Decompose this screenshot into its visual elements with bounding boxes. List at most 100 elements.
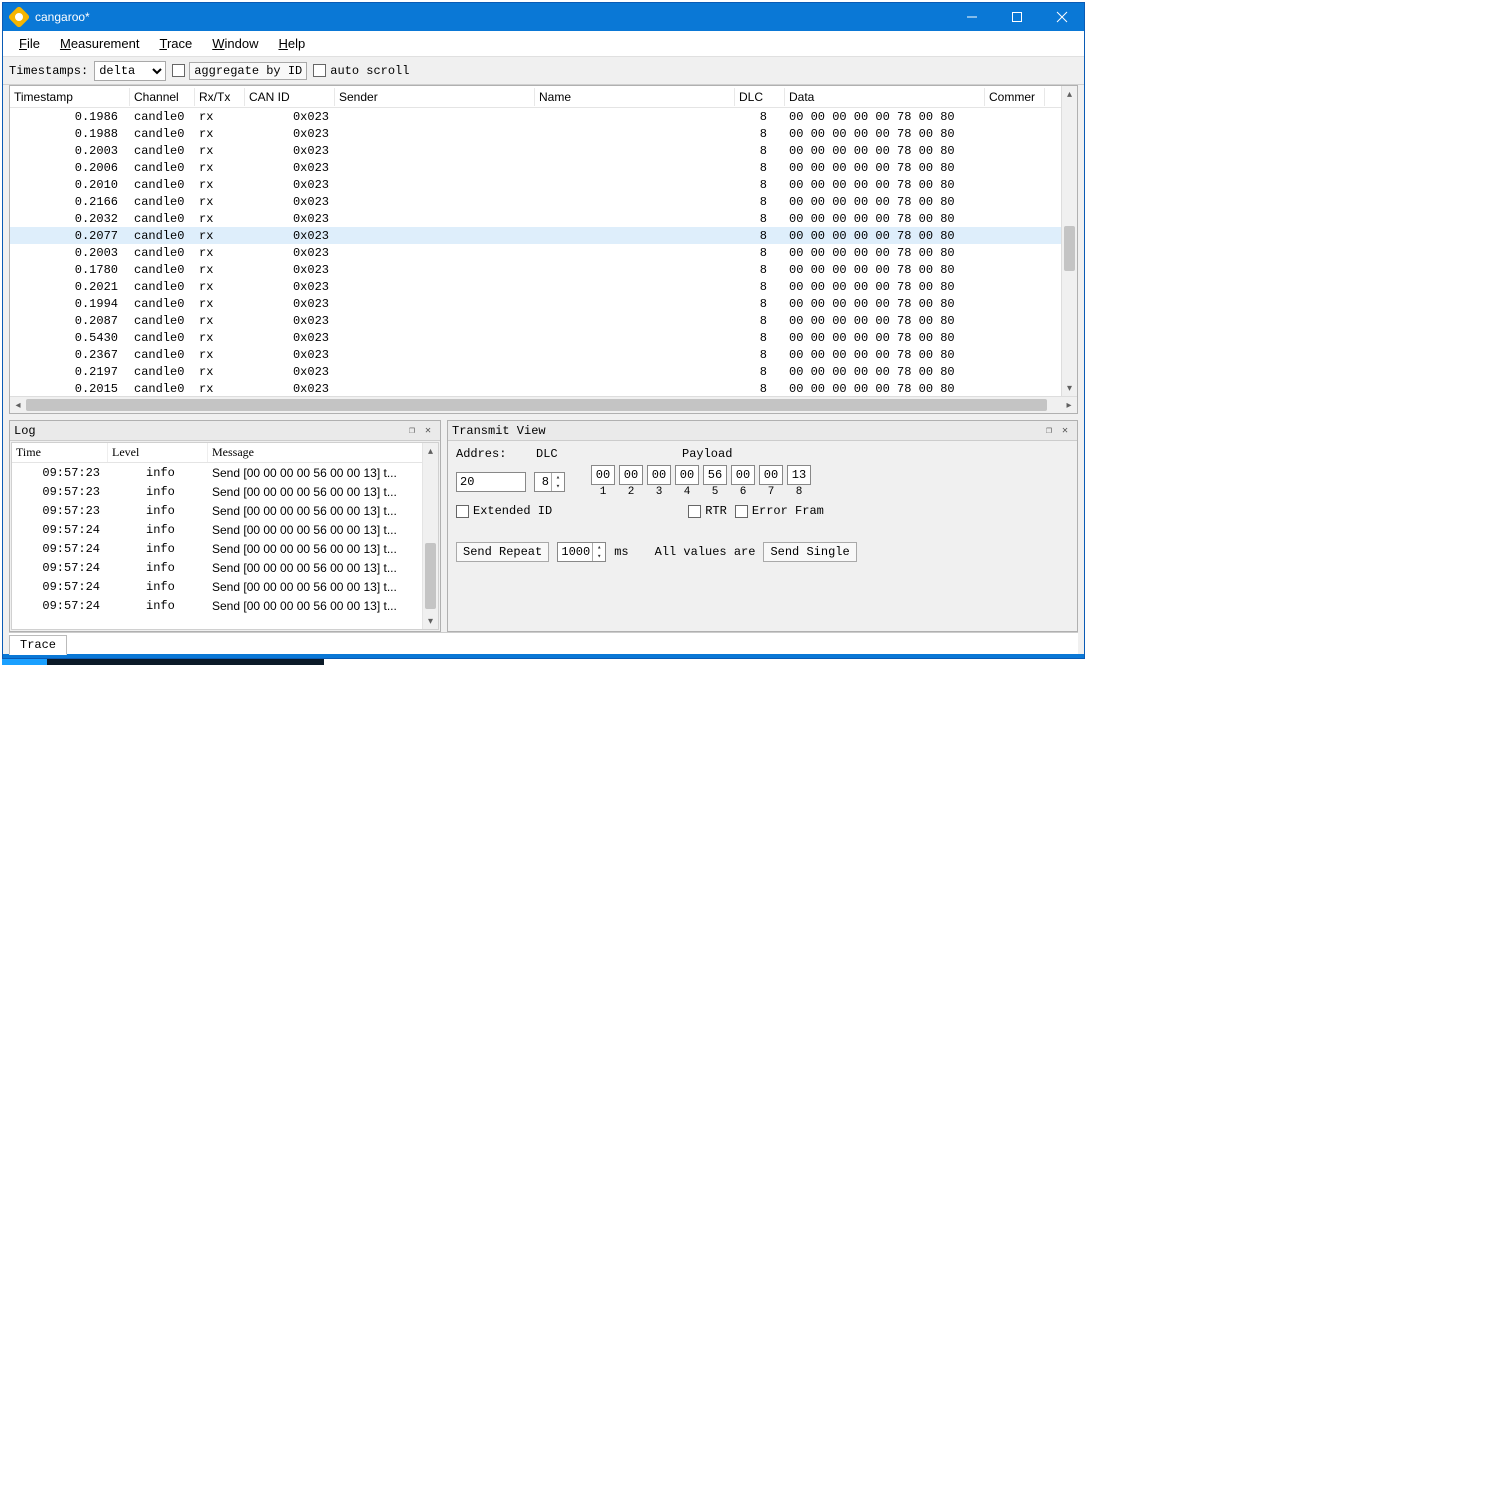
payload-byte-8: 8 [787,465,811,498]
send-repeat-button[interactable]: Send Repeat [456,542,549,562]
log-col-message[interactable]: Message [208,443,438,462]
scroll-up-icon[interactable]: ▴ [423,443,438,459]
col-rxtx[interactable]: Rx/Tx [195,88,245,106]
log-row[interactable]: 09:57:24infoSend [00 00 00 00 56 00 00 1… [12,520,438,539]
repeat-ms-input[interactable] [558,545,592,559]
trace-row[interactable]: 0.2087candle0rx0x023800 00 00 00 00 78 0… [10,312,1077,329]
autoscroll-checkbox[interactable]: auto scroll [313,64,409,78]
col-comment[interactable]: Commer [985,88,1045,106]
col-data[interactable]: Data [785,88,985,106]
log-col-level[interactable]: Level [108,443,208,462]
menu-trace[interactable]: Trace [149,33,202,54]
payload-byte-7: 7 [759,465,783,498]
scroll-up-icon[interactable]: ▴ [1062,86,1077,102]
aggregate-checkbox[interactable]: aggregate by ID [172,62,307,80]
payload-input-5[interactable] [703,465,727,485]
menu-measurement[interactable]: Measurement [50,33,150,54]
log-row[interactable]: 09:57:23infoSend [00 00 00 00 56 00 00 1… [12,501,438,520]
log-row[interactable]: 09:57:24infoSend [00 00 00 00 56 00 00 1… [12,558,438,577]
trace-row[interactable]: 0.1986candle0rx0x023800 00 00 00 00 78 0… [10,108,1077,125]
trace-row[interactable]: 0.2032candle0rx0x023800 00 00 00 00 78 0… [10,210,1077,227]
menu-help[interactable]: Help [268,33,315,54]
trace-row[interactable]: 0.2003candle0rx0x023800 00 00 00 00 78 0… [10,142,1077,159]
trace-body[interactable]: 0.1986candle0rx0x023800 00 00 00 00 78 0… [10,108,1077,396]
app-icon [8,6,31,29]
undock-button[interactable]: ❐ [404,424,420,438]
menu-file[interactable]: File [9,33,50,54]
minimize-button[interactable] [949,3,994,31]
trace-row[interactable]: 0.2010candle0rx0x023800 00 00 00 00 78 0… [10,176,1077,193]
col-channel[interactable]: Channel [130,88,195,106]
payload-input-1[interactable] [591,465,615,485]
trace-row[interactable]: 0.2367candle0rx0x023800 00 00 00 00 78 0… [10,346,1077,363]
payload-input-7[interactable] [759,465,783,485]
address-label: Addres: [456,447,528,461]
error-frame-checkbox[interactable]: Error Fram [735,504,824,518]
payload-input-8[interactable] [787,465,811,485]
log-vscrollbar[interactable]: ▴ ▾ [422,443,438,629]
close-panel-button[interactable]: ✕ [1057,424,1073,438]
trace-hscrollbar[interactable]: ◂ ▸ [10,396,1077,413]
scroll-thumb[interactable] [1064,226,1075,271]
ms-label: ms [614,545,628,559]
scroll-thumb[interactable] [425,543,436,609]
checkbox-icon [313,64,326,77]
payload-input-4[interactable] [675,465,699,485]
scroll-down-icon[interactable]: ▾ [1062,380,1077,396]
undock-button[interactable]: ❐ [1041,424,1057,438]
col-timestamp[interactable]: Timestamp [10,88,130,106]
col-sender[interactable]: Sender [335,88,535,106]
payload-input-3[interactable] [647,465,671,485]
log-row[interactable]: 09:57:24infoSend [00 00 00 00 56 00 00 1… [12,539,438,558]
timestamp-mode-select[interactable]: delta [94,61,166,81]
trace-row[interactable]: 0.2006candle0rx0x023800 00 00 00 00 78 0… [10,159,1077,176]
trace-row[interactable]: 0.1780candle0rx0x023800 00 00 00 00 78 0… [10,261,1077,278]
send-single-button[interactable]: Send Single [763,542,856,562]
col-name[interactable]: Name [535,88,735,106]
menu-window[interactable]: Window [202,33,268,54]
trace-row[interactable]: 0.5430candle0rx0x023800 00 00 00 00 78 0… [10,329,1077,346]
toolbar: Timestamps: delta aggregate by ID auto s… [3,57,1084,85]
spin-up-icon[interactable]: ▴ [552,473,564,482]
extended-id-checkbox[interactable]: Extended ID [456,504,552,518]
tab-trace[interactable]: Trace [9,635,67,655]
close-button[interactable] [1039,3,1084,31]
transmit-title: Transmit View ❐ ✕ [448,421,1077,441]
trace-row[interactable]: 0.2077candle0rx0x023800 00 00 00 00 78 0… [10,227,1077,244]
spin-up-icon[interactable]: ▴ [593,543,605,552]
scroll-down-icon[interactable]: ▾ [423,613,438,629]
col-dlc[interactable]: DLC [735,88,785,106]
spin-down-icon[interactable]: ▾ [593,552,605,561]
trace-row[interactable]: 0.2021candle0rx0x023800 00 00 00 00 78 0… [10,278,1077,295]
trace-row[interactable]: 0.2015candle0rx0x023800 00 00 00 00 78 0… [10,380,1077,396]
trace-row[interactable]: 0.1988candle0rx0x023800 00 00 00 00 78 0… [10,125,1077,142]
spin-down-icon[interactable]: ▾ [552,482,564,491]
scroll-left-icon[interactable]: ◂ [10,397,26,413]
payload-input-2[interactable] [619,465,643,485]
log-panel: Log ❐ ✕ Time Level Message 09:57:23infoS… [9,420,441,632]
repeat-ms-spinner[interactable]: ▴▾ [557,542,606,562]
payload-input-6[interactable] [731,465,755,485]
trace-row[interactable]: 0.1994candle0rx0x023800 00 00 00 00 78 0… [10,295,1077,312]
trace-row[interactable]: 0.2003candle0rx0x023800 00 00 00 00 78 0… [10,244,1077,261]
dlc-spinner[interactable]: ▴▾ [534,472,565,492]
transmit-panel: Transmit View ❐ ✕ Addres: DLC Payload ▴▾ [447,420,1078,632]
col-canid[interactable]: CAN ID [245,88,335,106]
log-row[interactable]: 09:57:24infoSend [00 00 00 00 56 00 00 1… [12,577,438,596]
scroll-right-icon[interactable]: ▸ [1061,397,1077,413]
log-row[interactable]: 09:57:23infoSend [00 00 00 00 56 00 00 1… [12,482,438,501]
scroll-thumb[interactable] [26,399,1047,411]
maximize-button[interactable] [994,3,1039,31]
log-body: Time Level Message 09:57:23infoSend [00 … [11,442,439,630]
log-col-time[interactable]: Time [12,443,108,462]
log-row[interactable]: 09:57:23infoSend [00 00 00 00 56 00 00 1… [12,463,438,482]
dlc-input[interactable] [535,475,551,489]
log-row[interactable]: 09:57:24infoSend [00 00 00 00 56 00 00 1… [12,596,438,615]
address-input[interactable] [456,472,526,492]
trace-row[interactable]: 0.2197candle0rx0x023800 00 00 00 00 78 0… [10,363,1077,380]
close-panel-button[interactable]: ✕ [420,424,436,438]
trace-row[interactable]: 0.2166candle0rx0x023800 00 00 00 00 78 0… [10,193,1077,210]
rtr-checkbox[interactable]: RTR [688,504,727,518]
window-border-bottom [3,654,1084,658]
trace-vscrollbar[interactable]: ▴ ▾ [1061,86,1077,396]
